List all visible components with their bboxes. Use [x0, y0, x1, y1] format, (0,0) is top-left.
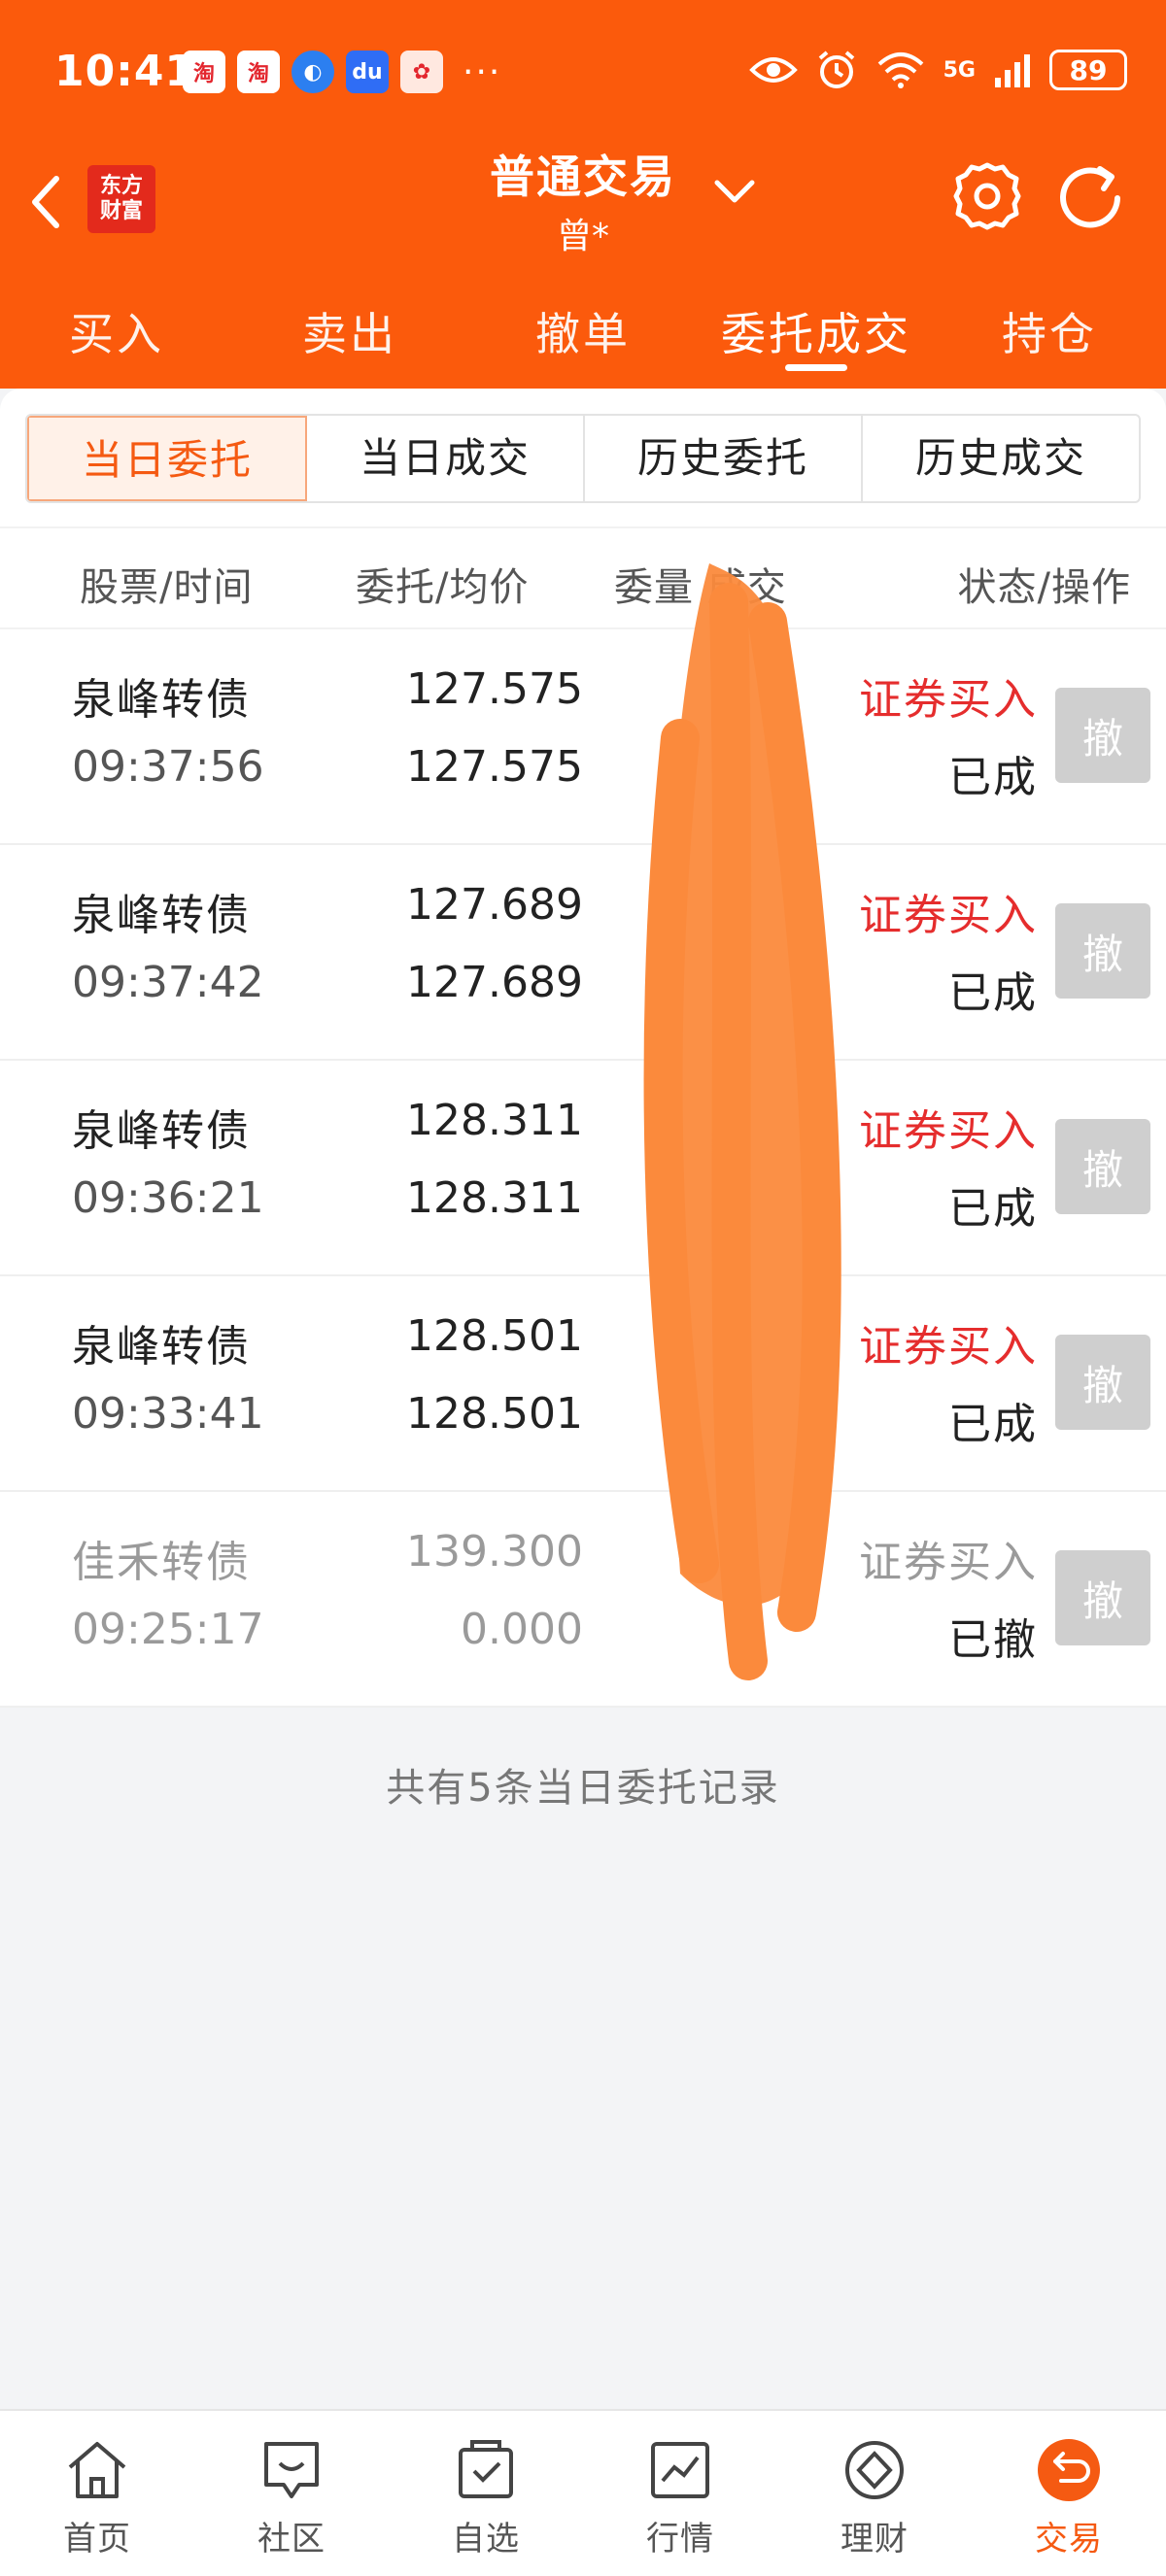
record-count-note: 共有5条当日委托记录 — [386, 1766, 780, 1811]
avg-price: 128.501 — [406, 1389, 583, 1439]
nav-label: 交易 — [1035, 2520, 1103, 2559]
column-status-action: 状态/操作 — [957, 565, 1131, 610]
segment-history-trades[interactable]: 历史成交 — [863, 416, 1139, 501]
cancel-button[interactable]: 撤 — [1055, 688, 1150, 783]
tab-buy[interactable]: 买入 — [0, 291, 233, 379]
stock-name: 佳禾转债 — [72, 1538, 251, 1587]
order-status: 已成 — [948, 753, 1038, 802]
order-price: 128.501 — [406, 1311, 583, 1361]
tab-orders-trades[interactable]: 委托成交 — [700, 291, 933, 379]
tab-sell[interactable]: 卖出 — [233, 291, 466, 379]
status-time: 10:41 — [54, 47, 196, 96]
wealth-icon — [845, 2441, 904, 2499]
orders-list: 泉峰转债 09:37:56 127.575 127.575 证券买入 已成 撤 … — [0, 629, 1166, 1708]
tab-positions[interactable]: 持仓 — [933, 291, 1166, 379]
order-direction: 证券买入 — [859, 1322, 1038, 1372]
system-icons: 5G 89 — [748, 49, 1127, 91]
segment-today-trades[interactable]: 当日成交 — [307, 416, 585, 501]
nav-label: 理财 — [840, 2520, 909, 2559]
column-stock-time: 股票/时间 — [80, 565, 254, 610]
order-direction: 证券买入 — [859, 891, 1038, 940]
taobao-icon: 淘 — [183, 51, 225, 93]
table-row[interactable]: 泉峰转债 09:36:21 128.311 128.311 证券买入 已成 撤 — [0, 1061, 1166, 1276]
order-time: 09:37:56 — [72, 742, 264, 792]
status-bar: 10:41 淘 淘 ◐ du ✿ ··· 5G 89 — [0, 0, 1166, 146]
table-row[interactable]: 泉峰转债 09:37:56 127.575 127.575 证券买入 已成 撤 — [0, 629, 1166, 845]
bottom-nav-bar: 首页 社区 自选 行情 理财 交易 — [0, 2409, 1166, 2576]
tab-cancel-order[interactable]: 撤单 — [466, 291, 700, 379]
order-status: 已成 — [948, 1400, 1038, 1449]
network-type: 5G — [943, 57, 976, 83]
home-icon — [68, 2442, 126, 2498]
eye-icon — [748, 57, 798, 83]
notification-icons: 淘 淘 ◐ du ✿ ··· — [183, 51, 501, 93]
avg-price: 127.575 — [406, 742, 583, 792]
order-price: 127.689 — [406, 880, 583, 930]
nav-label: 自选 — [452, 2520, 520, 2559]
table-row[interactable]: 佳禾转债 09:25:17 139.300 0.000 证券买入 已撤 撤 — [0, 1492, 1166, 1708]
nav-item-wealth[interactable]: 理财 — [777, 2411, 972, 2576]
more-notifications-icon: ··· — [463, 51, 502, 92]
battery-indicator: 89 — [1049, 50, 1127, 90]
stock-name: 泉峰转债 — [72, 891, 251, 940]
order-status: 已成 — [948, 968, 1038, 1018]
wifi-icon — [877, 52, 923, 88]
nav-label: 行情 — [646, 2520, 714, 2559]
segment-today-orders[interactable]: 当日委托 — [27, 416, 307, 501]
trade-icon — [1038, 2439, 1100, 2501]
gear-icon[interactable] — [950, 159, 1024, 233]
stock-name: 泉峰转债 — [72, 1322, 251, 1372]
redaction-scribble — [643, 563, 841, 1680]
order-price: 139.300 — [406, 1527, 583, 1576]
order-price: 128.311 — [406, 1096, 583, 1145]
market-icon — [651, 2442, 709, 2498]
table-row[interactable]: 泉峰转债 09:37:42 127.689 127.689 证券买入 已成 撤 — [0, 845, 1166, 1061]
nav-item-trade[interactable]: 交易 — [972, 2411, 1166, 2576]
table-row[interactable]: 泉峰转债 09:33:41 128.501 128.501 证券买入 已成 撤 — [0, 1276, 1166, 1492]
refresh-icon[interactable] — [1053, 161, 1131, 235]
chevron-down-icon[interactable] — [713, 177, 756, 206]
stock-name: 泉峰转债 — [72, 1106, 251, 1156]
taobao-icon: 淘 — [237, 51, 280, 93]
nav-label: 社区 — [257, 2520, 326, 2559]
order-time: 09:25:17 — [72, 1605, 264, 1654]
promo-icon: ✿ — [400, 51, 443, 93]
segment-control: 当日委托 当日成交 历史委托 历史成交 — [25, 414, 1141, 503]
browser-icon: ◐ — [292, 51, 334, 93]
signal-icon — [995, 54, 1030, 87]
alarm-icon — [818, 51, 854, 88]
cancel-button[interactable]: 撤 — [1055, 1335, 1150, 1430]
nav-bar: 东方 财富 普通交易 曾* — [0, 136, 1166, 262]
order-direction: 证券买入 — [859, 1538, 1038, 1587]
nav-item-home[interactable]: 首页 — [0, 2411, 194, 2576]
nav-item-community[interactable]: 社区 — [194, 2411, 389, 2576]
cancel-button[interactable]: 撤 — [1055, 1119, 1150, 1214]
watchlist-icon — [459, 2440, 513, 2498]
avg-price: 128.311 — [406, 1173, 583, 1223]
order-direction: 证券买入 — [859, 675, 1038, 725]
segment-history-orders[interactable]: 历史委托 — [585, 416, 863, 501]
nav-item-watchlist[interactable]: 自选 — [389, 2411, 583, 2576]
nav-label: 首页 — [63, 2520, 131, 2559]
stock-name: 泉峰转债 — [72, 675, 251, 725]
avg-price: 0.000 — [461, 1605, 583, 1654]
cancel-button[interactable]: 撤 — [1055, 903, 1150, 999]
avg-price: 127.689 — [406, 958, 583, 1007]
app-header: 10:41 淘 淘 ◐ du ✿ ··· 5G 89 东方 财富 普通交易 曾* — [0, 0, 1166, 389]
main-tab-bar: 买入 卖出 撤单 委托成交 持仓 — [0, 291, 1166, 379]
orders-panel: 当日委托 当日成交 历史委托 历史成交 股票/时间 委托/均价 委量 成交 状态… — [0, 389, 1166, 1708]
order-direction: 证券买入 — [859, 1106, 1038, 1156]
column-order-avg: 委托/均价 — [356, 565, 530, 610]
order-time: 09:33:41 — [72, 1389, 264, 1439]
nav-item-market[interactable]: 行情 — [583, 2411, 777, 2576]
order-status: 已撤 — [948, 1615, 1038, 1665]
order-status: 已成 — [948, 1184, 1038, 1234]
baidu-icon: du — [346, 51, 389, 93]
community-icon — [264, 2442, 319, 2498]
order-time: 09:36:21 — [72, 1173, 264, 1223]
order-time: 09:37:42 — [72, 958, 264, 1007]
order-price: 127.575 — [406, 664, 583, 714]
cancel-button[interactable]: 撤 — [1055, 1550, 1150, 1645]
table-header: 股票/时间 委托/均价 委量 成交 状态/操作 — [0, 526, 1166, 629]
